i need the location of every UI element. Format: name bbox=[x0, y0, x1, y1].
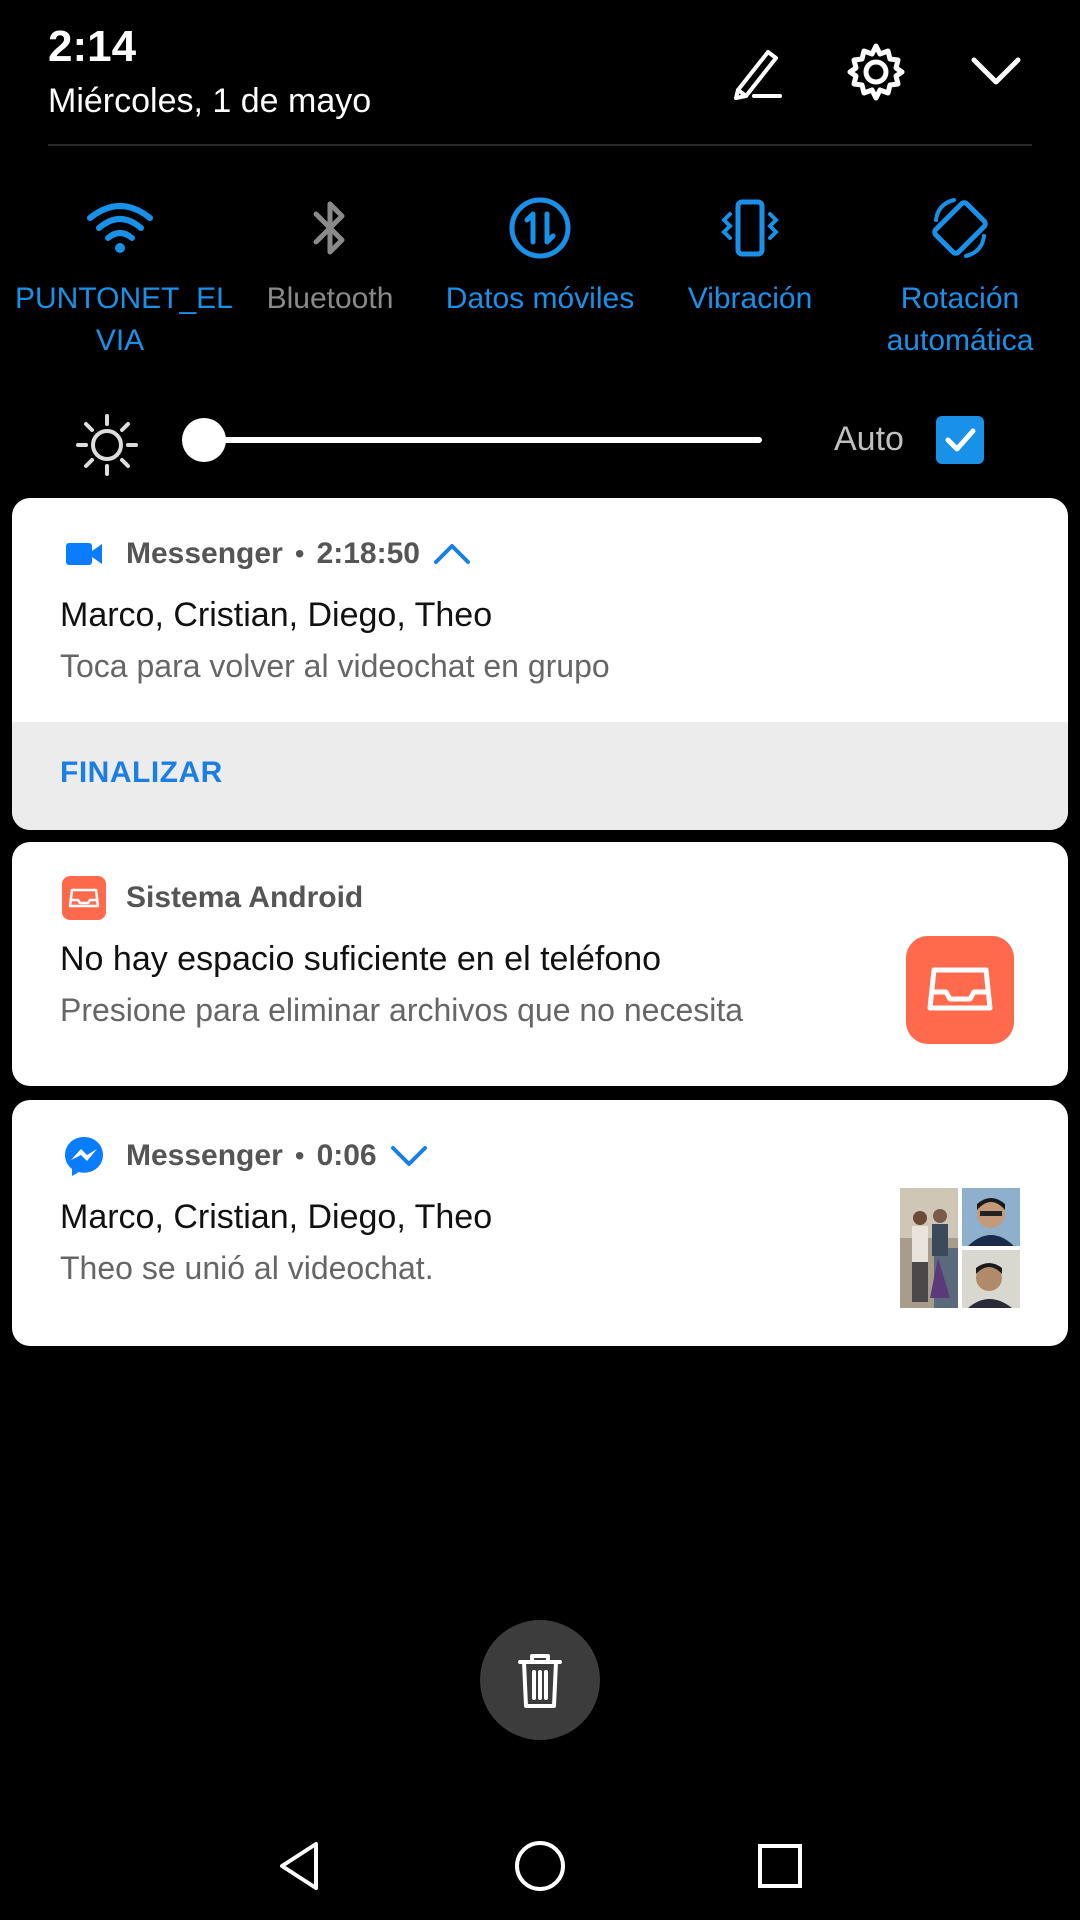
auto-brightness-checkbox[interactable] bbox=[936, 416, 984, 464]
notification-header: Messenger • 2:18:50 bbox=[62, 532, 474, 576]
tile-bluetooth[interactable]: Bluetooth bbox=[225, 190, 435, 320]
auto-brightness-label: Auto bbox=[834, 420, 904, 458]
navigation-bar bbox=[0, 1800, 1080, 1920]
quick-settings: PUNTONET_EL VIA Bluetooth Datos móviles … bbox=[0, 190, 1080, 380]
brightness-icon bbox=[76, 414, 138, 476]
app-name: Messenger bbox=[126, 537, 283, 570]
tile-mobile-data[interactable]: Datos móviles bbox=[435, 190, 645, 320]
clock-time: 2:14 bbox=[48, 22, 137, 71]
participant-photo bbox=[900, 1188, 958, 1308]
date-label: Miércoles, 1 de mayo bbox=[48, 82, 372, 120]
tile-label-vibration: Vibración bbox=[687, 282, 813, 315]
video-camera-icon bbox=[62, 532, 106, 576]
edit-icon[interactable] bbox=[724, 40, 788, 104]
chevron-down-icon[interactable] bbox=[964, 40, 1028, 104]
notification-time: 0:06 bbox=[316, 1139, 377, 1172]
tile-label-mobile-data: Datos móviles bbox=[445, 282, 635, 315]
mobile-data-icon bbox=[509, 197, 571, 259]
notification-header: Sistema Android bbox=[62, 876, 363, 920]
participant-photo bbox=[962, 1188, 1020, 1246]
clear-all-button[interactable] bbox=[480, 1620, 600, 1740]
notification-title: Marco, Cristian, Diego, Theo bbox=[60, 1198, 493, 1236]
notification-time: 2:18:50 bbox=[316, 537, 420, 570]
tile-wifi[interactable]: PUNTONET_EL VIA bbox=[15, 190, 233, 362]
back-button[interactable] bbox=[264, 1830, 336, 1902]
notification-body: Theo se unió al videochat. bbox=[60, 1250, 434, 1286]
bluetooth-icon bbox=[313, 201, 345, 255]
status-header: 2:14 Miércoles, 1 de mayo bbox=[0, 0, 1080, 146]
notification-storage[interactable]: Sistema Android No hay espacio suficient… bbox=[12, 842, 1068, 1086]
separator-dot: • bbox=[294, 1140, 305, 1171]
participant-photo bbox=[962, 1250, 1020, 1308]
notification-title: No hay espacio suficiente en el teléfono bbox=[60, 940, 662, 978]
chevron-down-icon[interactable] bbox=[387, 1134, 431, 1178]
tile-vibration[interactable]: Vibración bbox=[645, 190, 855, 320]
messenger-icon bbox=[62, 1134, 106, 1178]
home-icon bbox=[515, 1841, 565, 1891]
recents-button[interactable] bbox=[744, 1830, 816, 1902]
notification-title: Marco, Cristian, Diego, Theo bbox=[60, 596, 493, 634]
storage-cleaner-icon bbox=[906, 936, 1014, 1044]
gear-icon[interactable] bbox=[844, 40, 908, 104]
trash-icon bbox=[518, 1654, 562, 1708]
app-name: Messenger bbox=[126, 1139, 283, 1172]
chevron-up-icon[interactable] bbox=[430, 532, 474, 576]
tile-auto-rotate[interactable]: Rotación automática bbox=[855, 190, 1065, 362]
notification-messenger-call[interactable]: Messenger • 2:18:50 Marco, Cristian, Die… bbox=[12, 498, 1068, 830]
separator-dot: • bbox=[294, 538, 305, 569]
recents-icon bbox=[758, 1844, 802, 1888]
app-name: Sistema Android bbox=[126, 881, 364, 914]
end-call-button[interactable]: FINALIZAR bbox=[60, 756, 223, 790]
tile-label-wifi: PUNTONET_EL VIA bbox=[15, 282, 233, 357]
brightness-slider-track[interactable] bbox=[204, 437, 762, 443]
notification-body: Toca para volver al videochat en grupo bbox=[60, 648, 610, 684]
brightness-slider-thumb[interactable] bbox=[182, 418, 226, 462]
vibrate-icon bbox=[721, 199, 779, 257]
notification-messenger-joined[interactable]: Messenger • 0:06 Marco, Cristian, Diego,… bbox=[12, 1100, 1068, 1346]
brightness-row: Auto bbox=[0, 400, 1080, 480]
group-avatar-thumbnails bbox=[900, 1188, 1020, 1308]
notification-action-bar: FINALIZAR bbox=[12, 722, 1068, 830]
wifi-icon bbox=[87, 203, 153, 253]
header-divider bbox=[48, 144, 1032, 146]
storage-tray-icon bbox=[62, 876, 106, 920]
tile-label-auto-rotate: Rotación automática bbox=[886, 282, 1034, 357]
tile-label-bluetooth: Bluetooth bbox=[266, 282, 394, 315]
notification-body: Presione para eliminar archivos que no n… bbox=[60, 992, 744, 1028]
notification-header: Messenger • 0:06 bbox=[62, 1134, 431, 1178]
auto-rotate-icon bbox=[932, 198, 988, 258]
home-button[interactable] bbox=[504, 1830, 576, 1902]
back-icon bbox=[280, 1842, 318, 1890]
